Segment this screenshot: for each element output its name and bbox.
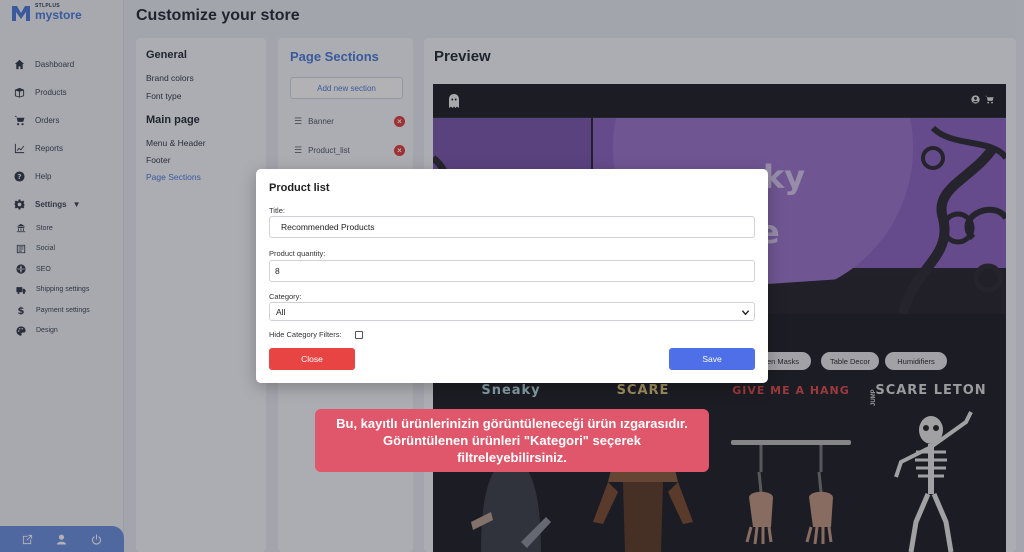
tutorial-callout-text: Bu, kayıtlı ürünlerinizin görüntüleneceğ… (336, 416, 688, 465)
close-button[interactable]: Close (269, 348, 355, 370)
category-select-value: All (276, 306, 286, 317)
save-button[interactable]: Save (669, 348, 755, 370)
product-quantity-value: 8 (275, 266, 280, 276)
chevron-down-icon (741, 310, 750, 316)
category-label: Category: (269, 292, 302, 301)
tutorial-callout: Bu, kayıtlı ürünlerinizin görüntüleneceğ… (315, 409, 709, 472)
title-input[interactable]: Recommended Products (269, 216, 755, 238)
product-quantity-label: Product quantity: (269, 249, 326, 258)
title-label: Title: (269, 206, 285, 215)
category-select[interactable]: All (269, 302, 755, 321)
hide-category-filters-label: Hide Category Filters: (269, 330, 342, 339)
product-quantity-input[interactable]: 8 (269, 260, 755, 282)
hide-category-filters-checkbox[interactable] (355, 331, 363, 339)
modal-title: Product list (269, 182, 330, 194)
title-input-value: Recommended Products (281, 222, 375, 232)
product-list-modal: Product list Title: Recommended Products… (256, 169, 768, 383)
